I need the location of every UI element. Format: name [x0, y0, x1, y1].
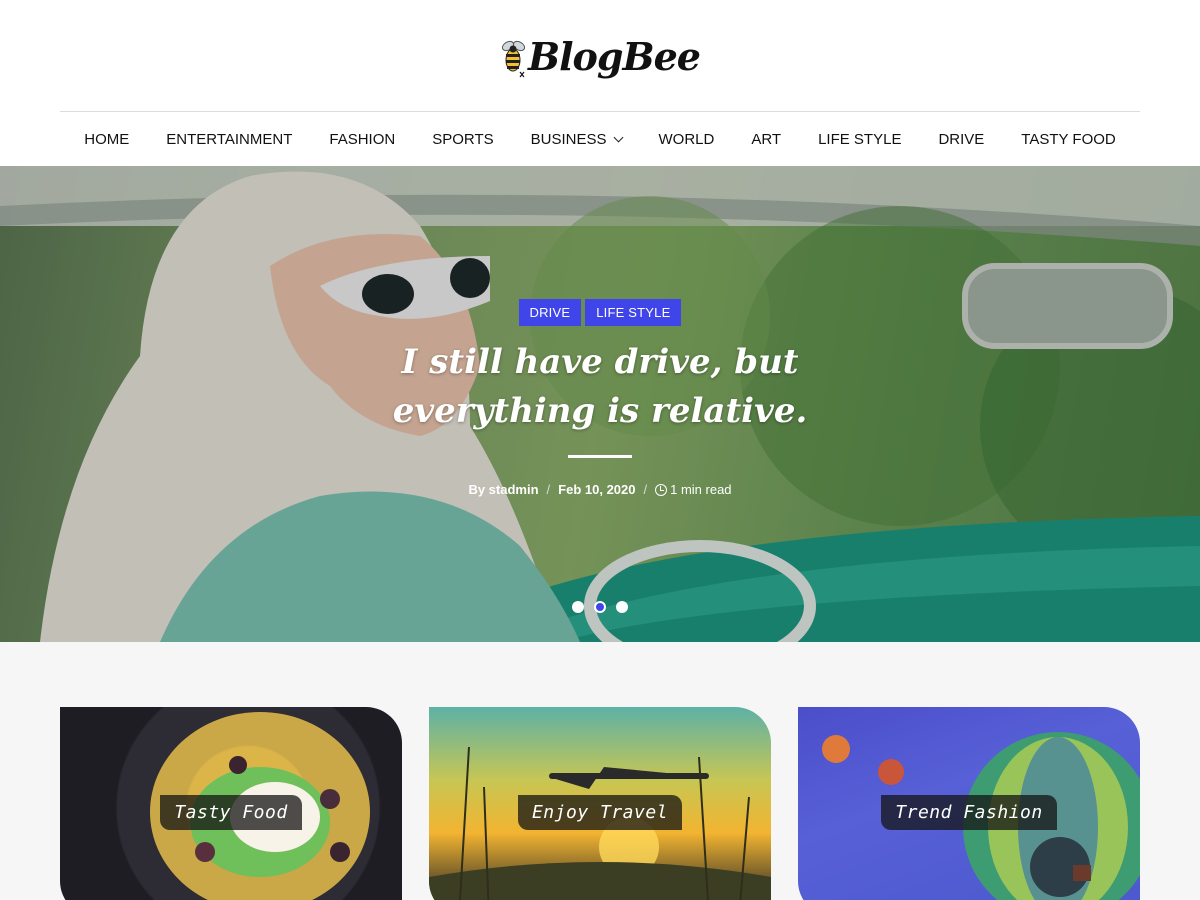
nav-item-art[interactable]: ART	[733, 131, 800, 148]
category-card-enjoy-travel[interactable]: Enjoy Travel	[429, 707, 771, 900]
card-label: Enjoy Travel	[429, 795, 771, 830]
category-card-trend-fashion[interactable]: Trend Fashion	[798, 707, 1140, 900]
nav-label: WORLD	[658, 130, 715, 148]
meta-separator: /	[546, 482, 551, 497]
category-card-tasty-food[interactable]: Tasty Food	[60, 707, 402, 900]
nav-item-home[interactable]: HOME	[66, 131, 148, 148]
slider-dot-1[interactable]	[572, 601, 584, 613]
hero-slider[interactable]: DRIVE LIFE STYLE I still have drive, but…	[0, 166, 1200, 642]
nav-label: ART	[751, 130, 782, 148]
main-nav: HOME ENTERTAINMENT FASHION SPORTS BUSINE…	[0, 112, 1200, 166]
card-label: Tasty Food	[60, 795, 402, 830]
clock-icon	[655, 483, 668, 496]
nav-label: TASTY FOOD	[1021, 130, 1116, 148]
nav-item-tasty-food[interactable]: TASTY FOOD	[1003, 131, 1134, 148]
chevron-down-icon	[613, 132, 623, 142]
nav-label: HOME	[84, 130, 130, 148]
nav-label: ENTERTAINMENT	[166, 130, 293, 148]
nav-label: SPORTS	[432, 130, 494, 148]
site-header: BlogBee HOME ENTERTAINMENT FASHION SPORT…	[0, 0, 1200, 166]
read-time: 1 min read	[655, 482, 732, 497]
card-label: Trend Fashion	[798, 795, 1140, 830]
nav-label: LIFE STYLE	[818, 130, 902, 148]
nav-label: DRIVE	[938, 130, 985, 148]
card-label-text: Enjoy Travel	[517, 795, 683, 830]
nav-label: FASHION	[329, 130, 396, 148]
read-time-text: 1 min read	[670, 482, 732, 497]
meta-separator: /	[643, 482, 648, 497]
bee-icon	[500, 34, 526, 78]
post-meta: By stadmin / Feb 10, 2020 / 1 min read	[0, 482, 1200, 497]
nav-item-business[interactable]: BUSINESS	[512, 131, 640, 148]
slider-dot-3[interactable]	[616, 601, 628, 613]
nav-item-fashion[interactable]: FASHION	[311, 131, 414, 148]
nav-item-entertainment[interactable]: ENTERTAINMENT	[148, 131, 311, 148]
logo-text: BlogBee	[528, 33, 701, 79]
category-badge-life-style[interactable]: LIFE STYLE	[585, 299, 682, 326]
hero-title[interactable]: I still have drive, but everything is re…	[300, 338, 900, 436]
site-logo[interactable]: BlogBee	[500, 28, 701, 84]
title-underline	[568, 455, 632, 458]
post-date[interactable]: Feb 10, 2020	[558, 482, 635, 497]
post-author[interactable]: By stadmin	[468, 482, 538, 497]
nav-item-life-style[interactable]: LIFE STYLE	[800, 131, 920, 148]
featured-categories: Tasty Food Enjoy Travel Trend Fashion	[0, 642, 1200, 900]
nav-item-drive[interactable]: DRIVE	[920, 131, 1003, 148]
category-badge-drive[interactable]: DRIVE	[518, 299, 582, 326]
nav-label: BUSINESS	[530, 130, 607, 148]
category-badges: DRIVE LIFE STYLE	[0, 299, 1200, 326]
nav-item-world[interactable]: WORLD	[640, 131, 733, 148]
card-label-text: Tasty Food	[160, 795, 302, 830]
slider-dots	[0, 601, 1200, 613]
card-label-text: Trend Fashion	[881, 795, 1057, 830]
nav-item-sports[interactable]: SPORTS	[414, 131, 512, 148]
slider-dot-2[interactable]	[594, 601, 606, 613]
